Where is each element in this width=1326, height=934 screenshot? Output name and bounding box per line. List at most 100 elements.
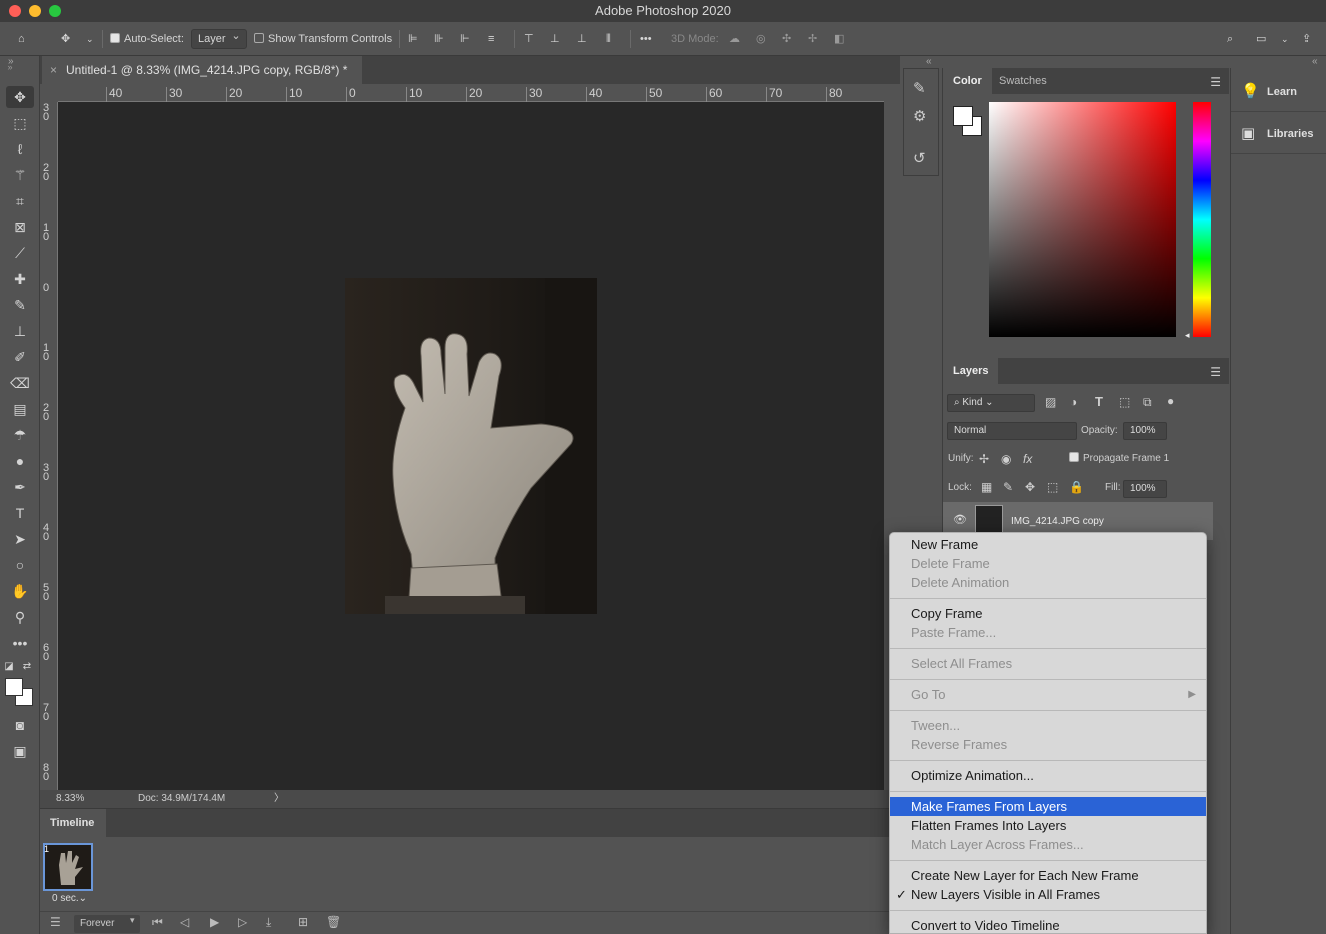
distribute-vertical-icon[interactable]: ⦀ — [606, 28, 611, 50]
play-icon[interactable]: ▶ — [210, 915, 219, 929]
eyedropper-tool-icon[interactable]: ⟋ — [6, 242, 34, 264]
align-left-icon[interactable]: ⊫ — [408, 28, 418, 50]
timeline-tab[interactable]: Timeline — [40, 809, 106, 837]
unify-visibility-icon[interactable]: ◉ — [1001, 452, 1011, 466]
align-right-icon[interactable]: ⊩ — [460, 28, 470, 50]
color-picker-field[interactable] — [989, 102, 1176, 337]
status-expand-icon[interactable]: 〉 — [274, 790, 284, 808]
distribute-icon[interactable]: ≡ — [488, 28, 494, 50]
foreground-color-swatch[interactable] — [5, 678, 23, 696]
filter-adjustment-icon[interactable]: ◑ — [1070, 395, 1077, 409]
hue-slider[interactable] — [1193, 102, 1211, 337]
menu-item-new-frame[interactable]: New Frame — [890, 535, 1206, 554]
collapse-dock-icon[interactable]: « — [926, 56, 932, 67]
home-icon[interactable]: ⌂ — [18, 28, 25, 50]
align-center-icon[interactable]: ⊪ — [434, 28, 444, 50]
lock-all-icon[interactable]: 🔒 — [1069, 480, 1084, 494]
screen-mode-icon[interactable]: ▣ — [6, 740, 34, 762]
lock-image-icon[interactable]: ✎ — [1003, 480, 1013, 494]
menu-item-make-frames-from-layers[interactable]: Make Frames From Layers — [890, 797, 1206, 816]
pen-tool-icon[interactable]: ✒ — [6, 476, 34, 498]
lock-position-icon[interactable]: ✥ — [1025, 480, 1035, 494]
learn-panel-button[interactable]: 💡 Learn — [1231, 72, 1326, 112]
frame-tool-icon[interactable]: ⊠ — [6, 216, 34, 238]
workspace-icon[interactable]: ▭ — [1256, 28, 1266, 50]
first-frame-icon[interactable]: ⏮ — [152, 915, 163, 930]
menu-item-convert-to-video-timeline[interactable]: Convert to Video Timeline — [890, 916, 1206, 933]
default-colors-icon[interactable]: ◪ — [2, 656, 16, 678]
3d-slide-icon[interactable]: ✢ — [808, 28, 817, 50]
marquee-tool-icon[interactable]: ⬚ — [6, 112, 34, 134]
3d-pan-icon[interactable]: ✣ — [782, 28, 791, 50]
3d-roll-icon[interactable]: ◎ — [756, 28, 766, 50]
3d-orbit-icon[interactable]: ☁ — [729, 28, 740, 50]
menu-item-create-new-layer-each-frame[interactable]: Create New Layer for Each New Frame — [890, 866, 1206, 885]
more-options-icon[interactable]: ••• — [640, 28, 652, 50]
dodge-tool-icon[interactable]: ● — [6, 450, 34, 472]
type-tool-icon[interactable]: T — [6, 502, 34, 524]
history-brush-tool-icon[interactable]: ✐ — [6, 346, 34, 368]
collapse-right-dock-icon[interactable]: « — [1312, 56, 1318, 67]
filter-type-icon[interactable]: T — [1095, 394, 1103, 409]
previous-frame-icon[interactable]: ◁ — [180, 915, 189, 929]
blur-tool-icon[interactable]: ☂ — [6, 424, 34, 446]
menu-item-flatten-frames-into-layers[interactable]: Flatten Frames Into Layers — [890, 816, 1206, 835]
hue-slider-handle-icon[interactable]: ◂ — [1185, 330, 1190, 341]
zoom-level[interactable]: 8.33% — [56, 790, 84, 808]
tween-icon[interactable]: ⤓ — [266, 915, 271, 930]
libraries-panel-button[interactable]: ▣ Libraries — [1231, 114, 1326, 154]
brush-settings-icon[interactable]: ✎ — [913, 79, 926, 97]
color-panel-menu-icon[interactable]: ☰ — [1210, 75, 1221, 89]
move-tool-icon[interactable]: ✥ — [6, 86, 34, 108]
blend-mode-dropdown[interactable]: Normal — [947, 422, 1077, 440]
fill-input[interactable]: 100% — [1123, 480, 1167, 498]
eraser-tool-icon[interactable]: ⌫ — [6, 372, 34, 394]
share-icon[interactable]: ⇪ — [1302, 28, 1311, 50]
filter-shape-icon[interactable]: ⬚ — [1119, 395, 1130, 409]
move-tool-icon[interactable]: ✥ — [61, 28, 70, 50]
tab-layers[interactable]: Layers — [943, 358, 999, 384]
lock-artboard-icon[interactable]: ⬚ — [1047, 480, 1058, 494]
search-icon[interactable]: ⌕ — [1227, 28, 1233, 50]
maximize-window-button[interactable] — [49, 5, 61, 17]
close-tab-icon[interactable]: × — [50, 56, 57, 84]
hand-tool-icon[interactable]: ✋ — [6, 580, 34, 602]
tab-swatches[interactable]: Swatches — [989, 68, 1057, 94]
history-icon[interactable]: ↺ — [913, 149, 926, 167]
delete-frame-icon[interactable]: 🗑 — [326, 915, 341, 929]
tool-preset-chevron-icon[interactable]: ⌄ — [86, 28, 94, 50]
auto-select-checkbox[interactable]: Auto-Select: — [110, 28, 184, 50]
layers-panel-menu-icon[interactable]: ☰ — [1210, 365, 1221, 379]
healing-brush-tool-icon[interactable]: ✚ — [6, 268, 34, 290]
workspace-chevron-icon[interactable]: ⌄ — [1281, 28, 1289, 50]
align-bottom-icon[interactable]: ⊥ — [577, 28, 587, 50]
animation-frame-1[interactable] — [43, 843, 93, 891]
canvas-image-glove[interactable] — [345, 278, 597, 614]
unify-style-icon[interactable]: fx — [1023, 452, 1032, 466]
filter-pixel-icon[interactable]: ▨ — [1045, 395, 1056, 409]
quick-mask-icon[interactable]: ◙ — [6, 714, 34, 736]
menu-item-new-layers-visible[interactable]: ✓ New Layers Visible in All Frames — [890, 885, 1206, 904]
lock-transparent-icon[interactable]: ▦ — [981, 480, 992, 494]
gradient-tool-icon[interactable]: ▤ — [6, 398, 34, 420]
zoom-tool-icon[interactable]: ⚲ — [6, 606, 34, 628]
layer-name[interactable]: IMG_4214.JPG copy — [1011, 516, 1104, 527]
layer-filter-kind-dropdown[interactable]: ⌕ Kind ⌄ — [947, 394, 1035, 412]
show-transform-checkbox[interactable]: Show Transform Controls — [254, 28, 392, 50]
duplicate-frame-icon[interactable]: ⊞ — [298, 915, 308, 929]
close-window-button[interactable] — [9, 5, 21, 17]
frame-delay-dropdown[interactable]: 0 sec.⌄ — [52, 893, 87, 904]
path-selection-tool-icon[interactable]: ➤ — [6, 528, 34, 550]
ellipse-tool-icon[interactable]: ○ — [6, 554, 34, 576]
menu-item-optimize-animation[interactable]: Optimize Animation... — [890, 766, 1206, 785]
minimize-window-button[interactable] — [29, 5, 41, 17]
unify-position-icon[interactable]: ✢ — [979, 452, 989, 466]
opacity-input[interactable]: 100% — [1123, 422, 1167, 440]
propagate-frame-checkbox[interactable]: Propagate Frame 1 — [1069, 452, 1169, 464]
eye-visibility-icon[interactable]: 👁 — [953, 513, 967, 526]
adjustments-icon[interactable]: ⚙ — [913, 107, 926, 125]
edit-toolbar-icon[interactable]: ••• — [6, 632, 34, 654]
tab-color[interactable]: Color — [943, 68, 992, 94]
document-tab[interactable]: × Untitled-1 @ 8.33% (IMG_4214.JPG copy,… — [42, 56, 362, 84]
clone-stamp-tool-icon[interactable]: ⊥ — [6, 320, 34, 342]
